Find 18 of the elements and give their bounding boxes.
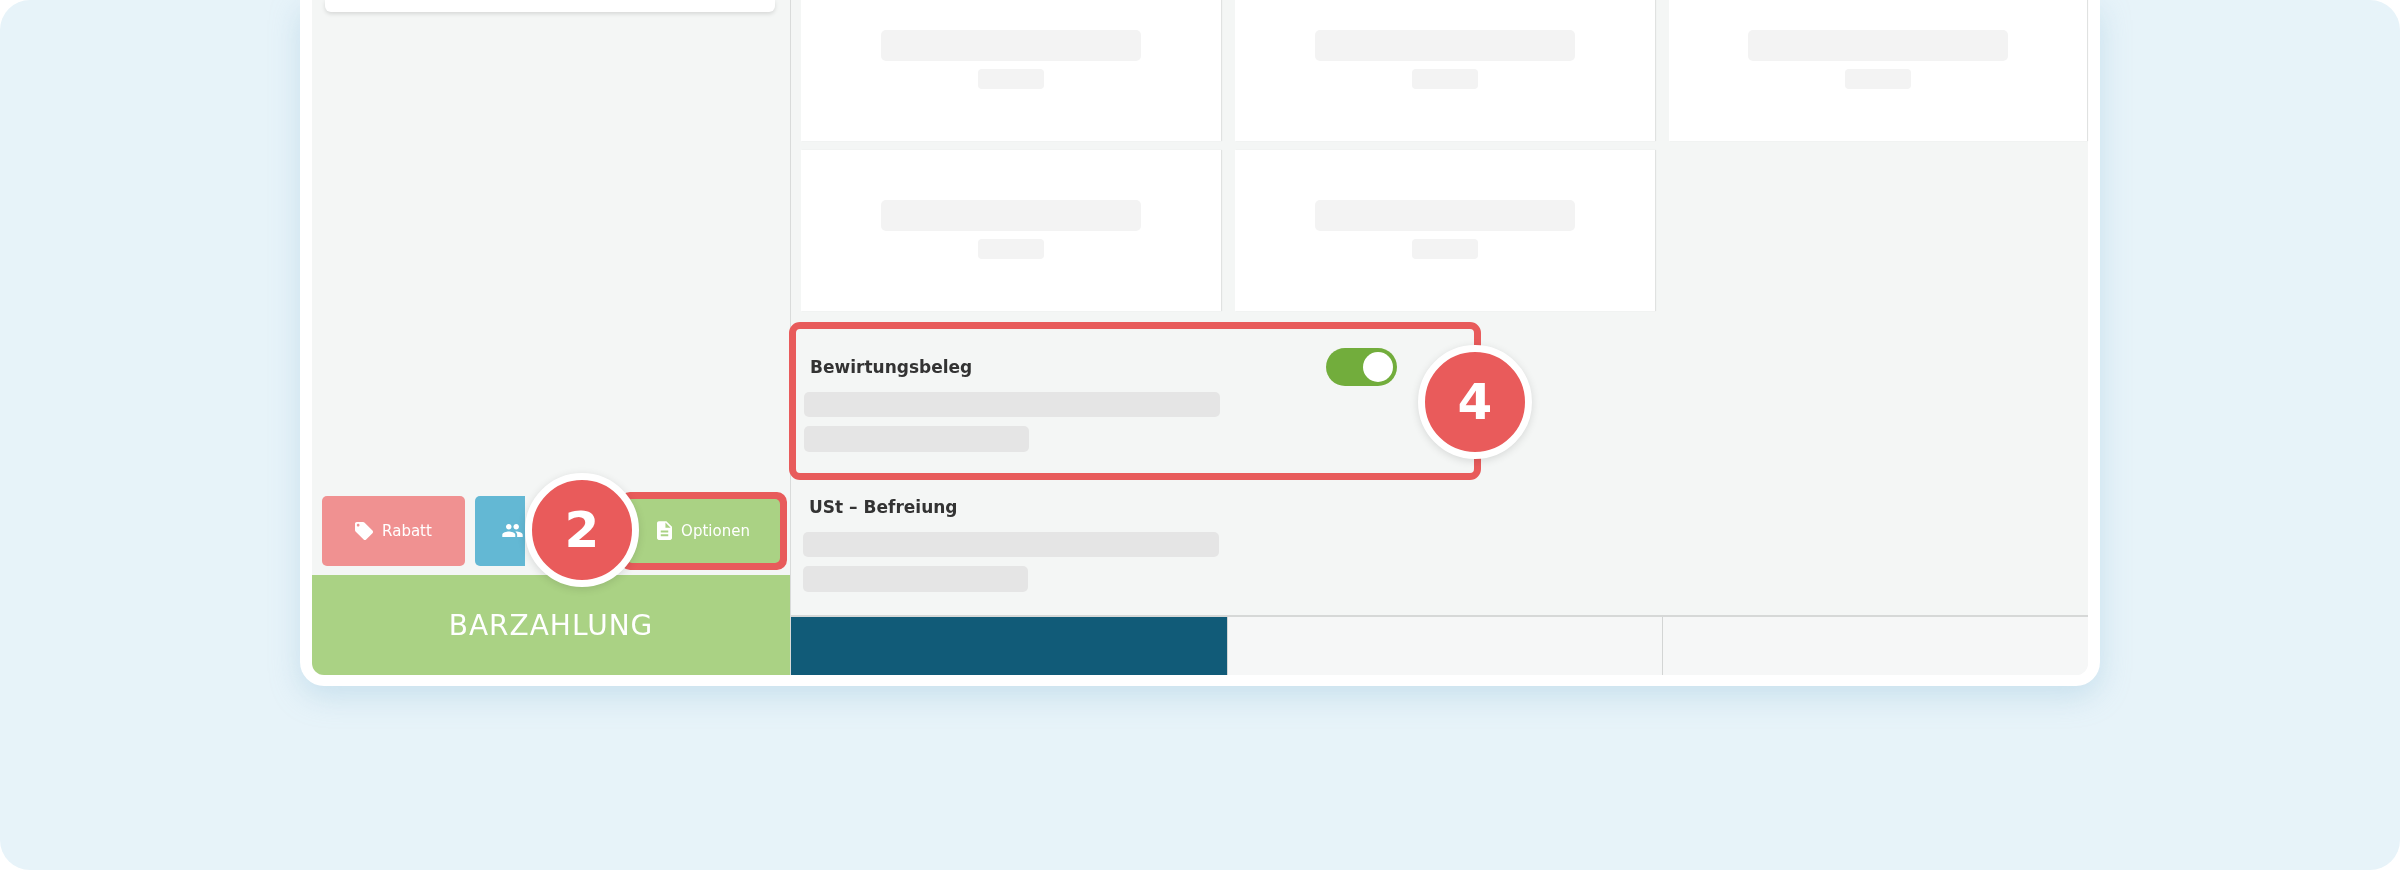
people-icon — [502, 524, 523, 537]
step-badge: 2 — [525, 472, 639, 587]
section-title: Bewirtungsbeleg — [810, 357, 973, 377]
discount-button[interactable]: Rabatt — [322, 495, 465, 566]
product-tile[interactable] — [801, 150, 1221, 311]
document-icon — [657, 521, 673, 540]
tag-icon — [355, 521, 374, 540]
options-button[interactable]: Optionen — [627, 498, 780, 563]
toggle-switch[interactable] — [1326, 348, 1397, 386]
product-tile[interactable] — [1235, 150, 1655, 311]
section-title: USt – Befreiung — [809, 497, 958, 517]
product-tile[interactable] — [1669, 0, 2087, 141]
tab[interactable] — [791, 617, 1227, 675]
customer-button[interactable] — [475, 495, 525, 566]
product-tile[interactable] — [801, 0, 1221, 141]
pay-button[interactable]: BARZAHLUNG — [312, 575, 790, 675]
step-badge: 4 — [1418, 345, 1532, 459]
product-tile[interactable] — [1235, 0, 1655, 141]
